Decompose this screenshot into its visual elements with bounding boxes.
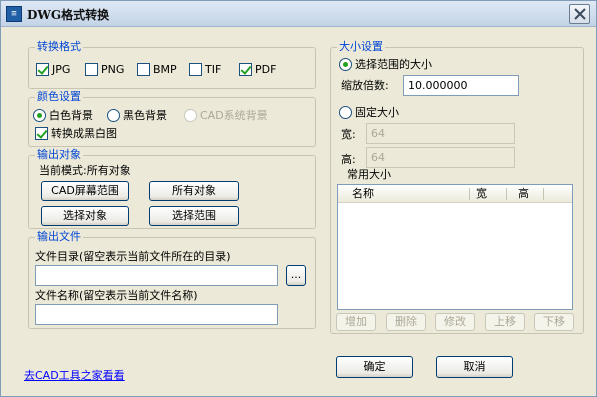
delete-button[interactable]: 删除 <box>386 313 426 331</box>
common-size-label: 常用大小 <box>347 168 391 181</box>
width-input[interactable]: 64 <box>366 123 515 144</box>
width-label: 宽: <box>341 128 356 141</box>
output-file-title: 输出文件 <box>35 230 83 244</box>
select-range-button[interactable]: 选择范围 <box>149 206 239 226</box>
cad-bg-label: CAD系统背景 <box>200 109 268 122</box>
bw-checkbox[interactable] <box>35 127 48 140</box>
column-name[interactable]: 名称 <box>352 187 374 201</box>
format-group: 转换格式 JPG PNG BMP TIF PDF <box>28 40 316 89</box>
dir-input[interactable] <box>35 265 278 286</box>
white-bg-radio[interactable] <box>33 109 46 122</box>
jpg-label: JPG <box>52 63 71 76</box>
move-up-button[interactable]: 上移 <box>485 313 525 331</box>
column-separator <box>543 188 544 200</box>
all-objects-button[interactable]: 所有对象 <box>149 181 239 201</box>
png-label: PNG <box>101 63 125 76</box>
height-input[interactable]: 64 <box>366 147 515 168</box>
pdf-checkbox[interactable] <box>239 63 252 76</box>
fixed-size-label: 固定大小 <box>355 106 399 119</box>
black-bg-radio[interactable] <box>107 109 120 122</box>
cad-tools-link[interactable]: 去CAD工具之家看看 <box>24 367 125 383</box>
name-input[interactable] <box>35 304 278 325</box>
bmp-checkbox[interactable] <box>137 63 150 76</box>
current-mode-label: 当前模式:所有对象 <box>39 164 131 177</box>
modify-button[interactable]: 修改 <box>435 313 475 331</box>
list-header: 名称 宽 高 <box>338 185 572 203</box>
color-group: 颜色设置 白色背景 黑色背景 CAD系统背景 转换成黑白图 <box>28 90 316 147</box>
pdf-label: PDF <box>255 63 277 76</box>
height-label: 高: <box>341 153 356 166</box>
column-separator <box>506 188 507 200</box>
close-icon <box>574 8 586 20</box>
tif-checkbox[interactable] <box>189 63 202 76</box>
column-separator <box>469 188 470 200</box>
close-button[interactable] <box>569 4 590 24</box>
title-bar[interactable]: ≡ DWG格式转换 <box>1 1 596 27</box>
scale-input[interactable]: 10.000000 <box>403 75 519 96</box>
range-size-radio[interactable] <box>339 58 352 71</box>
size-group-title: 大小设置 <box>337 40 385 54</box>
scale-label: 缩放倍数: <box>341 79 389 92</box>
output-objects-group: 输出对象 当前模式:所有对象 CAD屏幕范围 所有对象 选择对象 选择范围 <box>28 148 316 229</box>
color-group-title: 颜色设置 <box>35 90 83 104</box>
bmp-label: BMP <box>153 63 177 76</box>
jpg-checkbox[interactable] <box>36 63 49 76</box>
white-bg-label: 白色背景 <box>49 109 93 122</box>
dir-label: 文件目录(留空表示当前文件所在的目录) <box>35 250 231 263</box>
select-objects-button[interactable]: 选择对象 <box>41 206 129 226</box>
ok-button[interactable]: 确定 <box>336 356 413 378</box>
png-checkbox[interactable] <box>85 63 98 76</box>
cad-bg-radio[interactable] <box>184 109 197 122</box>
cancel-button[interactable]: 取消 <box>436 356 513 378</box>
common-size-list[interactable]: 名称 宽 高 <box>337 184 573 310</box>
add-button[interactable]: 增加 <box>336 313 376 331</box>
output-objects-title: 输出对象 <box>35 148 83 162</box>
fixed-size-radio[interactable] <box>339 106 352 119</box>
column-height[interactable]: 高 <box>518 187 529 201</box>
browse-button[interactable]: ... <box>286 265 306 286</box>
black-bg-label: 黑色背景 <box>123 109 167 122</box>
format-group-title: 转换格式 <box>35 40 83 54</box>
range-size-label: 选择范围的大小 <box>355 58 432 71</box>
cad-screen-range-button[interactable]: CAD屏幕范围 <box>41 181 129 201</box>
move-down-button[interactable]: 下移 <box>534 313 574 331</box>
name-label: 文件名称(留空表示当前文件名称) <box>35 289 198 302</box>
tif-label: TIF <box>205 63 222 76</box>
column-width[interactable]: 宽 <box>476 187 487 201</box>
window-title: DWG格式转换 <box>27 8 110 22</box>
output-file-group: 输出文件 文件目录(留空表示当前文件所在的目录) ... 文件名称(留空表示当前… <box>28 230 316 329</box>
dwg-app-icon: ≡ <box>6 6 22 22</box>
bw-label: 转换成黑白图 <box>51 127 117 140</box>
size-group: 大小设置 选择范围的大小 缩放倍数: 10.000000 固定大小 宽: 64 … <box>330 40 584 334</box>
dialog-window: ≡ DWG格式转换 转换格式 JPG PNG BMP TIF PDF 颜色设置 … <box>0 0 597 397</box>
